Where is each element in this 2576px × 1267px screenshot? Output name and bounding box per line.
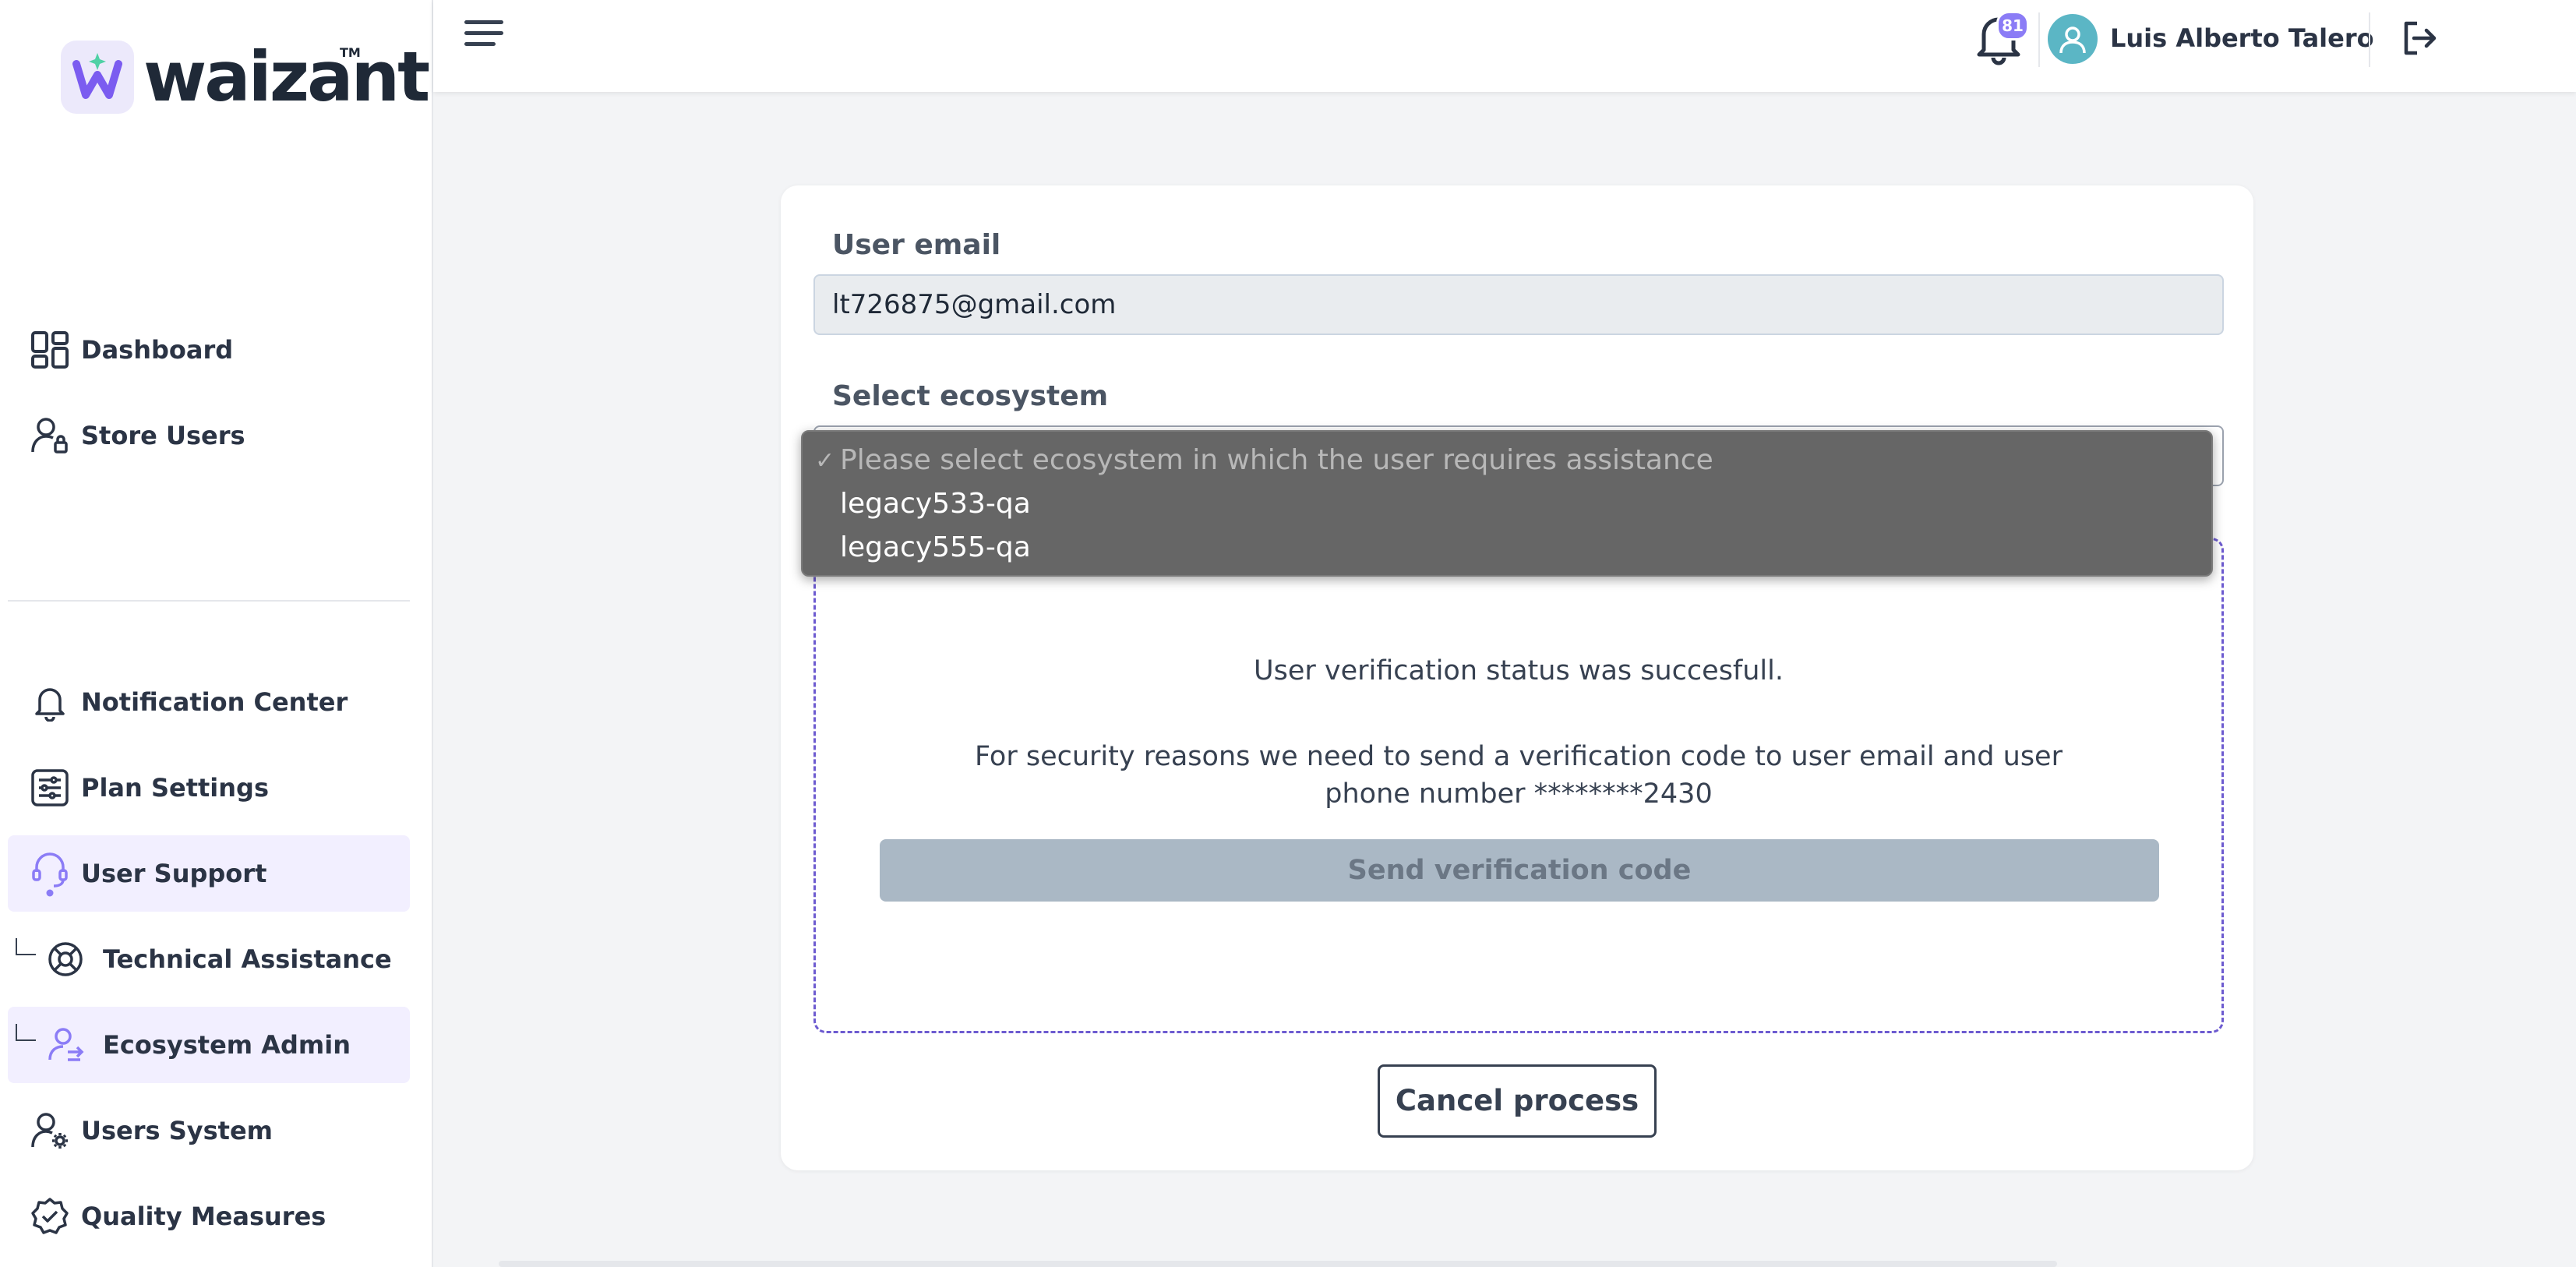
- logo-mark-icon: [61, 41, 134, 114]
- header-divider: [2038, 12, 2040, 67]
- dropdown-option[interactable]: legacy555-qa: [840, 531, 1031, 563]
- brand-logo[interactable]: waizant: [61, 37, 430, 117]
- selected-check-icon: ✓: [815, 447, 835, 475]
- sidebar-item-label: Notification Center: [81, 687, 348, 717]
- ecosystem-label: Select ecosystem: [832, 380, 1109, 412]
- sidebar-item-label: Store Users: [81, 421, 245, 450]
- submenu-branch-icon: [16, 938, 36, 955]
- user-lock-icon: [30, 415, 70, 456]
- headset-icon: [30, 852, 70, 897]
- ecosystem-dropdown-list: ✓ Please select ecosystem in which the u…: [801, 430, 2213, 577]
- sidebar-divider: [8, 600, 410, 602]
- bottom-card-edge: [499, 1261, 2057, 1267]
- verification-message: For security reasons we need to send a v…: [975, 741, 2063, 810]
- user-name[interactable]: Luis Alberto Talero: [2110, 23, 2374, 53]
- sidebar: waizant TM Dashboard Store Users Notific…: [0, 0, 433, 1267]
- email-label: User email: [832, 229, 1001, 261]
- cancel-process-button[interactable]: Cancel process: [1378, 1064, 1657, 1138]
- email-field[interactable]: lt726875@gmail.com: [813, 274, 2224, 335]
- sidebar-item-label: Technical Assistance: [103, 944, 392, 974]
- sidebar-item-label: Quality Measures: [81, 1202, 326, 1231]
- sidebar-item-plan-settings[interactable]: Plan Settings: [8, 750, 410, 826]
- sidebar-item-label: User Support: [81, 859, 267, 888]
- send-verification-code-button[interactable]: Send verification code: [880, 839, 2159, 902]
- notification-count-badge: 81: [1996, 11, 2029, 41]
- header-divider: [2369, 12, 2370, 67]
- top-header: 81 Luis Alberto Talero: [433, 0, 2576, 92]
- lifebuoy-icon: [45, 939, 86, 979]
- logout-icon[interactable]: [2400, 19, 2439, 58]
- sidebar-item-label: Plan Settings: [81, 773, 269, 803]
- sidebar-item-label: Ecosystem Admin: [103, 1030, 351, 1060]
- sidebar-item-quality-measures[interactable]: Quality Measures: [8, 1178, 410, 1255]
- trademark: TM: [340, 45, 361, 60]
- sidebar-item-users-system[interactable]: Users System: [8, 1092, 410, 1169]
- sidebar-item-ecosystem-admin[interactable]: Ecosystem Admin: [8, 1007, 410, 1083]
- verification-status-text: User verification status was succesfull.: [1253, 655, 1784, 686]
- hamburger-menu-icon[interactable]: [464, 20, 503, 50]
- sidebar-item-user-support[interactable]: User Support: [8, 835, 410, 912]
- user-avatar-icon: [2059, 26, 2086, 54]
- submenu-branch-icon: [16, 1024, 36, 1041]
- verification-panel: User verification status was succesfull.…: [813, 538, 2224, 1033]
- sidebar-item-dashboard[interactable]: Dashboard: [8, 312, 410, 388]
- dashboard-grid-icon: [30, 330, 70, 370]
- bell-icon: [30, 682, 70, 722]
- sliders-icon: [30, 768, 70, 808]
- user-transfer-icon: [45, 1025, 86, 1065]
- sidebar-item-label: Users System: [81, 1116, 273, 1145]
- sidebar-item-technical-assistance[interactable]: Technical Assistance: [8, 921, 410, 997]
- brand-name: waizant: [143, 37, 430, 117]
- sidebar-item-store-users[interactable]: Store Users: [8, 397, 410, 474]
- user-support-card: User email lt726875@gmail.com Select eco…: [781, 185, 2253, 1170]
- badge-check-icon: [30, 1196, 70, 1237]
- sidebar-item-notification-center[interactable]: Notification Center: [8, 664, 410, 740]
- dropdown-option-placeholder[interactable]: Please select ecosystem in which the use…: [840, 444, 1713, 476]
- dropdown-option[interactable]: legacy533-qa: [840, 488, 1031, 520]
- sidebar-item-label: Dashboard: [81, 335, 234, 365]
- user-gear-icon: [30, 1110, 70, 1151]
- avatar[interactable]: [2048, 14, 2098, 64]
